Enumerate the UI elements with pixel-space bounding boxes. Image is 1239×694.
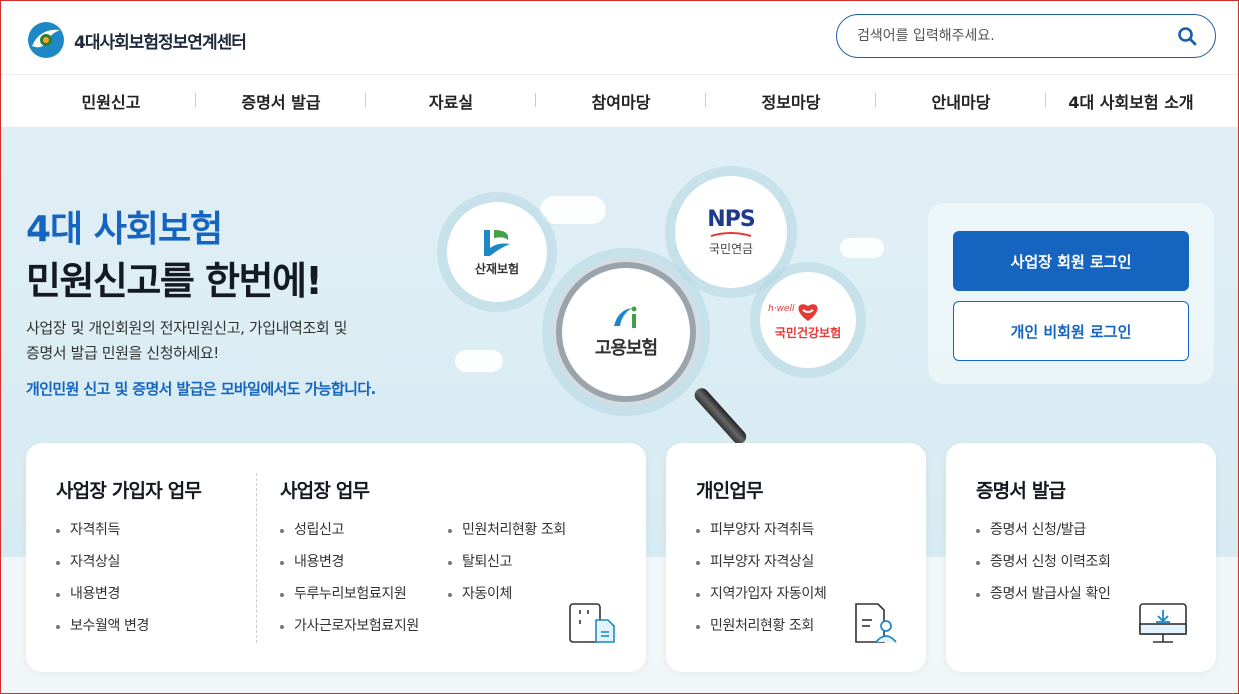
sanjae-logo-icon [484,229,510,256]
business-subscriber-title: 사업장 가입자 업무 [56,480,202,502]
business-member-login-button[interactable]: 사업장 회원 로그인 [953,231,1189,291]
nav-item-about[interactable]: 4대 사회보험 소개 [1046,89,1216,113]
building-document-icon [569,603,615,643]
sanjae-label: 산재보험 [474,261,520,276]
list-item[interactable]: 증명서 발급사실 확인 [976,582,1111,614]
nav-item-library[interactable]: 자료실 [366,89,536,113]
list-item[interactable]: 지역가입자 자동이체 [696,582,827,614]
person-document-icon [855,603,897,643]
site-name: 4대사회보험정보연계센터 [74,32,247,53]
list-item[interactable]: 증명서 신청/발급 [976,518,1110,550]
list-item[interactable]: 민원처리현황 조회 [448,518,566,550]
site-logo[interactable]: 4대사회보험정보연계센터 [26,20,247,60]
business-task-list-left: 성립신고 내용변경 두루누리보험료지원 가사근로자보험료지원 [280,518,419,646]
nps-label: 국민연금 [708,242,754,256]
logo-icon [28,22,64,58]
nps-logo: NPS [707,207,755,232]
list-item[interactable]: 내용변경 [56,582,149,614]
hero-mobile-note: 개인민원 신고 및 증명서 발급은 모바일에서도 가능합니다. [26,380,376,398]
business-subscriber-list: 자격취득 자격상실 내용변경 보수월액 변경 [56,518,149,646]
nav-item-certificate[interactable]: 증명서 발급 [196,89,366,113]
list-item[interactable]: 피부양자 자격상실 [696,550,826,582]
list-item[interactable]: 보수월액 변경 [56,614,149,646]
personal-task-list: 피부양자 자격취득 피부양자 자격상실 지역가입자 자동이체 민원처리현황 조회 [696,518,827,646]
list-item[interactable]: 두루누리보험료지원 [280,582,419,614]
list-item[interactable]: 피부양자 자격취득 [696,518,826,550]
personal-guest-login-button[interactable]: 개인 비회원 로그인 [953,301,1189,361]
list-item[interactable]: 자동이체 [448,582,566,614]
nav-item-guide[interactable]: 안내마당 [876,89,1046,113]
search-input[interactable] [857,28,1175,44]
list-item[interactable]: 가사근로자보험료지원 [280,614,419,646]
list-item[interactable]: 자격상실 [56,550,149,582]
certificate-title: 증명서 발급 [976,480,1066,502]
goyong-logo-icon [614,306,637,328]
list-item[interactable]: 성립신고 [280,518,419,550]
search-icon [1178,27,1197,46]
card-divider [256,473,257,643]
sanjae-insurance-badge: 산재보험 [447,202,547,302]
nav-item-complaint[interactable]: 민원신고 [26,89,196,113]
monitor-download-icon [1139,603,1187,643]
list-item[interactable]: 탈퇴신고 [448,550,566,582]
health-label: 국민건강보험 [774,325,842,340]
business-task-list-right: 민원처리현황 조회 탈퇴신고 자동이체 [448,518,566,614]
business-task-title: 사업장 업무 [280,480,370,502]
nps-swoosh-icon [710,232,752,237]
search-box [836,14,1216,58]
main-nav: 민원신고 증명서 발급 자료실 참여마당 정보마당 안내마당 4대 사회보험 소… [0,74,1239,126]
certificate-list: 증명서 신청/발급 증명서 신청 이력조회 증명서 발급사실 확인 [976,518,1111,614]
hero-desc-line1: 사업장 및 개인회원의 전자민원신고, 가입내역조회 및 [26,319,348,337]
search-button[interactable] [1175,24,1199,48]
hwell-logo: h·well [768,304,795,314]
list-item[interactable]: 민원처리현황 조회 [696,614,826,646]
nav-item-participation[interactable]: 참여마당 [536,89,706,113]
hero-desc-line2: 증명서 발급 민원을 신청하세요! [26,344,219,362]
cloud-decoration [455,350,503,372]
hero-title-accent: 4대 사회보험 [26,209,223,250]
health-insurance-badge: h·well 국민건강보험 [760,272,856,368]
goyong-label: 고용보험 [594,338,658,359]
nav-item-info[interactable]: 정보마당 [706,89,876,113]
nps-badge: NPS 국민연금 [675,176,787,288]
hero-description: 사업장 및 개인회원의 전자민원신고, 가입내역조회 및 증명서 발급 민원을 … [26,316,406,366]
top-header: 4대사회보험정보연계센터 [0,0,1239,74]
heart-icon [798,303,818,321]
personal-task-title: 개인업무 [696,480,764,502]
list-item[interactable]: 증명서 신청 이력조회 [976,550,1111,582]
list-item[interactable]: 내용변경 [280,550,419,582]
cloud-decoration [840,238,884,258]
hero-title: 민원신고를 한번에! [26,259,323,303]
cloud-decoration [540,196,606,224]
goyong-insurance-magnifier: 고용보험 [556,262,696,402]
list-item[interactable]: 자격취득 [56,518,149,550]
